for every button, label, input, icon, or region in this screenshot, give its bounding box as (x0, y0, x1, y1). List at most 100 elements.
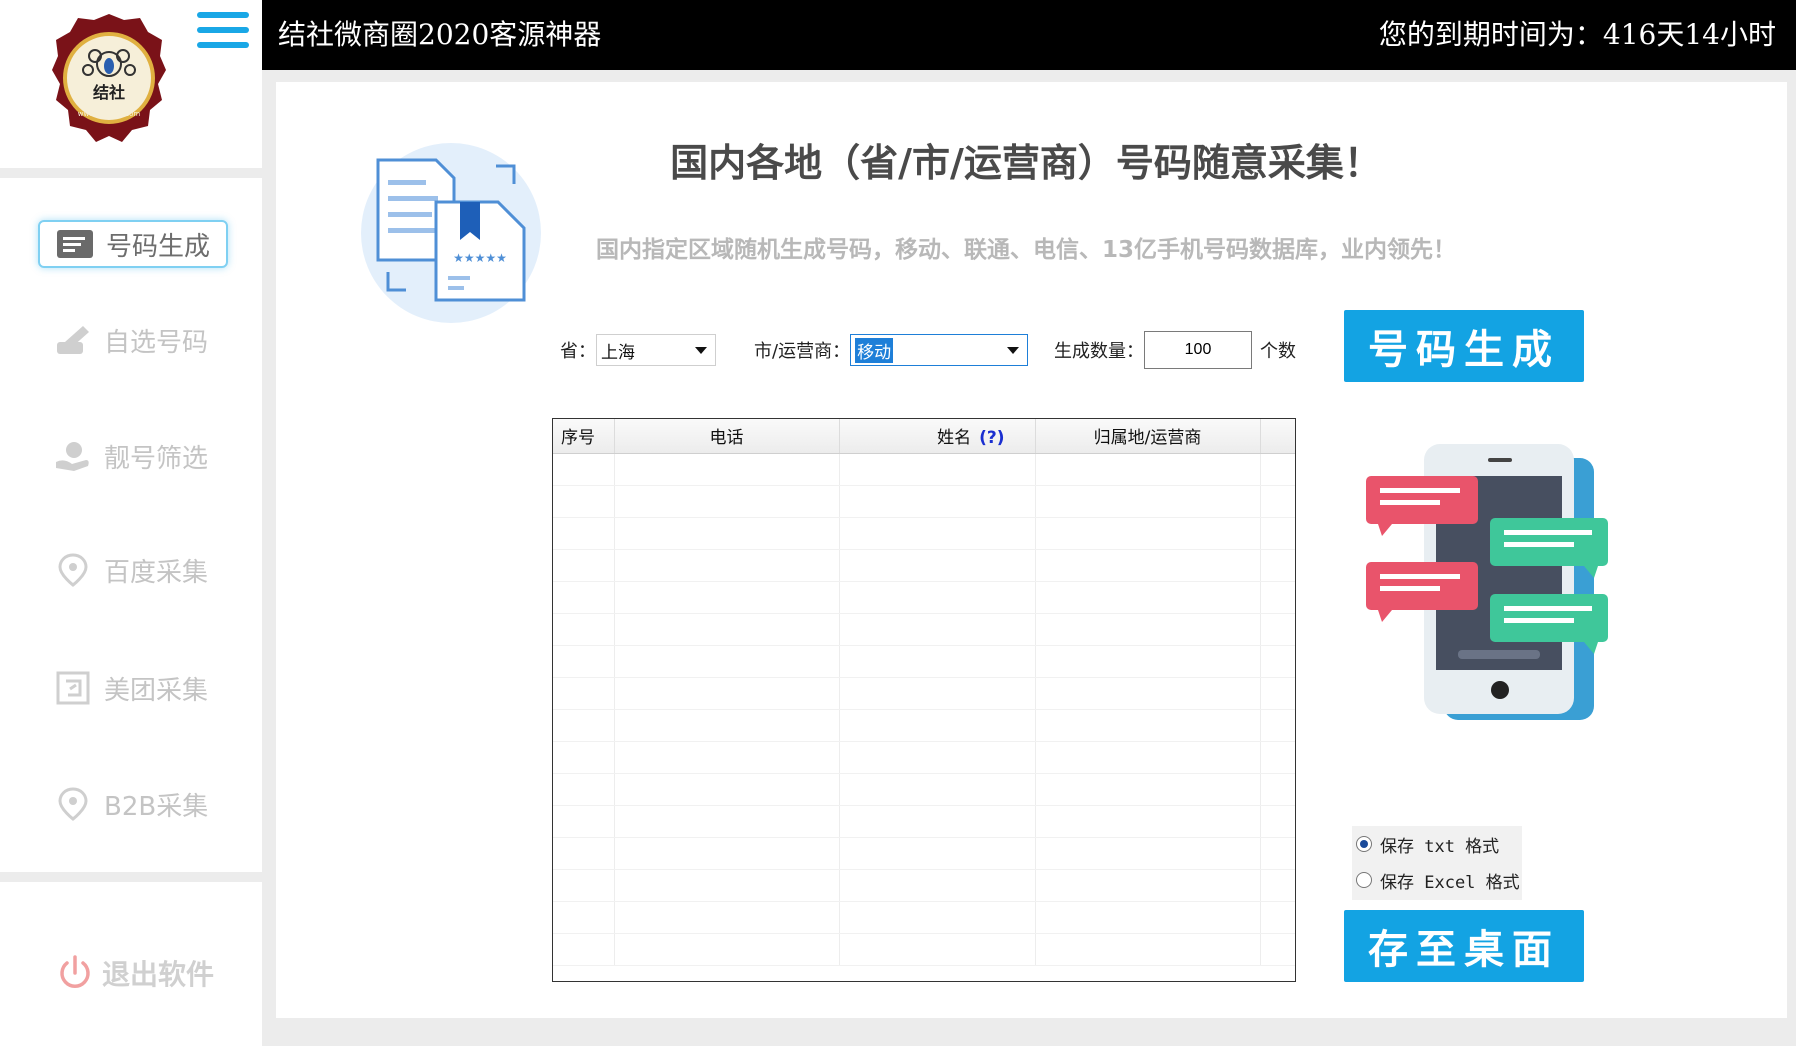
table-row[interactable] (553, 741, 1295, 774)
table-cell (839, 549, 1036, 582)
table-cell (1260, 549, 1295, 582)
table-cell (1035, 933, 1261, 966)
table-cell (614, 453, 840, 486)
quantity-label: 生成数量： (1054, 341, 1144, 362)
table-cell (1260, 485, 1295, 518)
table-cell (1260, 613, 1295, 646)
table-cell (1260, 645, 1295, 678)
city-carrier-select[interactable]: 移动 (850, 334, 1029, 366)
location-pin-icon (54, 553, 92, 587)
table-row[interactable] (553, 677, 1295, 710)
table-cell (553, 549, 615, 582)
svg-text:结社: 结社 (92, 83, 125, 102)
table-cell (1035, 517, 1261, 550)
exit-button[interactable]: 退出软件 (56, 948, 214, 998)
divider (0, 872, 262, 882)
table-cell (839, 677, 1036, 710)
city-carrier-field-group: 市/运营商： 移动 (754, 330, 1029, 370)
save-to-desktop-button[interactable]: 存至桌面 (1344, 910, 1584, 982)
table-cell (553, 805, 615, 838)
save-excel-option[interactable]: 保存 Excel 格式 (1352, 862, 1522, 898)
save-txt-option[interactable]: 保存 txt 格式 (1352, 826, 1522, 862)
quantity-input[interactable] (1144, 331, 1252, 369)
table-cell (614, 517, 840, 550)
table-cell (1260, 901, 1295, 934)
province-select[interactable]: 上海 (596, 334, 716, 366)
table-cell (614, 773, 840, 806)
table-cell (839, 485, 1036, 518)
table-cell (1260, 709, 1295, 742)
table-row[interactable] (553, 549, 1295, 582)
table-cell (1035, 549, 1261, 582)
table-cell (614, 613, 840, 646)
sidebar-item-b2b-collect[interactable]: B2B采集 (38, 780, 228, 828)
table-row[interactable] (553, 933, 1295, 966)
chevron-down-icon (1007, 347, 1020, 354)
table-cell (839, 869, 1036, 902)
table-cell (1260, 773, 1295, 806)
table-row[interactable] (553, 613, 1295, 646)
divider (0, 168, 262, 178)
svg-text:★★★★★: ★★★★★ (453, 251, 507, 265)
exit-label: 退出软件 (102, 958, 215, 991)
table-cell (553, 837, 615, 870)
generate-button[interactable]: 号码生成 (1344, 310, 1584, 382)
table-row[interactable] (553, 645, 1295, 678)
table-cell (1035, 645, 1261, 678)
table-cell (614, 709, 840, 742)
table-cell (553, 517, 615, 550)
province-field-group: 省： 上海 (560, 330, 716, 370)
sidebar-item-number-generate[interactable]: 号码生成 (38, 220, 228, 268)
table-cell (1035, 805, 1261, 838)
radio-button[interactable] (1356, 872, 1372, 888)
table-cell (553, 709, 615, 742)
table-row[interactable] (553, 837, 1295, 870)
table-cell (553, 485, 615, 518)
sidebar-item-meituan-collect[interactable]: 美团采集 (38, 664, 228, 712)
table-cell (1035, 677, 1261, 710)
table-row[interactable] (553, 517, 1295, 550)
table-row[interactable] (553, 773, 1295, 806)
column-header-location-carrier[interactable]: 归属地/运营商 (1035, 419, 1261, 454)
table-cell (1035, 773, 1261, 806)
brand-logo-icon: 结社 www.wcs888.com (52, 14, 166, 142)
table-row[interactable] (553, 869, 1295, 902)
table-cell (553, 901, 615, 934)
table-row[interactable] (553, 485, 1295, 518)
table-cell (553, 645, 615, 678)
table-row[interactable] (553, 901, 1295, 934)
table-row[interactable] (553, 581, 1295, 614)
sidebar: 结社 www.wcs888.com 号码生成 自选号码 靓号筛选 百度采集 美团… (0, 0, 262, 1046)
table-cell (1035, 581, 1261, 614)
sidebar-item-pick-number[interactable]: 自选号码 (38, 316, 228, 364)
table-cell (614, 741, 840, 774)
svg-text:www.wcs888.com: www.wcs888.com (78, 110, 141, 118)
help-icon[interactable]: (?) (979, 428, 1004, 448)
table-cell (1035, 837, 1261, 870)
radio-button[interactable] (1356, 836, 1372, 852)
table-cell (1035, 453, 1261, 486)
table-row[interactable] (553, 709, 1295, 742)
sidebar-item-vanity-filter[interactable]: 靓号筛选 (38, 432, 228, 480)
table-cell (1035, 613, 1261, 646)
table-cell (614, 869, 840, 902)
sidebar-item-label: 百度采集 (104, 557, 209, 588)
table-cell (839, 805, 1036, 838)
table-row[interactable] (553, 453, 1295, 486)
table-cell (1035, 741, 1261, 774)
table-row[interactable] (553, 805, 1295, 838)
column-header-name[interactable]: 姓名 (?) (839, 419, 1036, 454)
hand-user-icon (54, 439, 92, 473)
results-table: 序号 电话 姓名 (?) 归属地/运营商 (552, 418, 1296, 982)
table-cell (614, 485, 840, 518)
table-cell (1260, 805, 1295, 838)
table-cell (614, 837, 840, 870)
table-header-row: 序号 电话 姓名 (?) 归属地/运营商 (553, 419, 1295, 454)
table-cell (553, 613, 615, 646)
sidebar-item-baidu-collect[interactable]: 百度采集 (38, 546, 228, 594)
menu-toggle-icon[interactable] (197, 12, 249, 56)
column-header-index[interactable]: 序号 (553, 419, 615, 454)
column-header-phone[interactable]: 电话 (614, 419, 840, 454)
table-cell (614, 805, 840, 838)
sidebar-item-label: 号码生成 (106, 231, 211, 262)
